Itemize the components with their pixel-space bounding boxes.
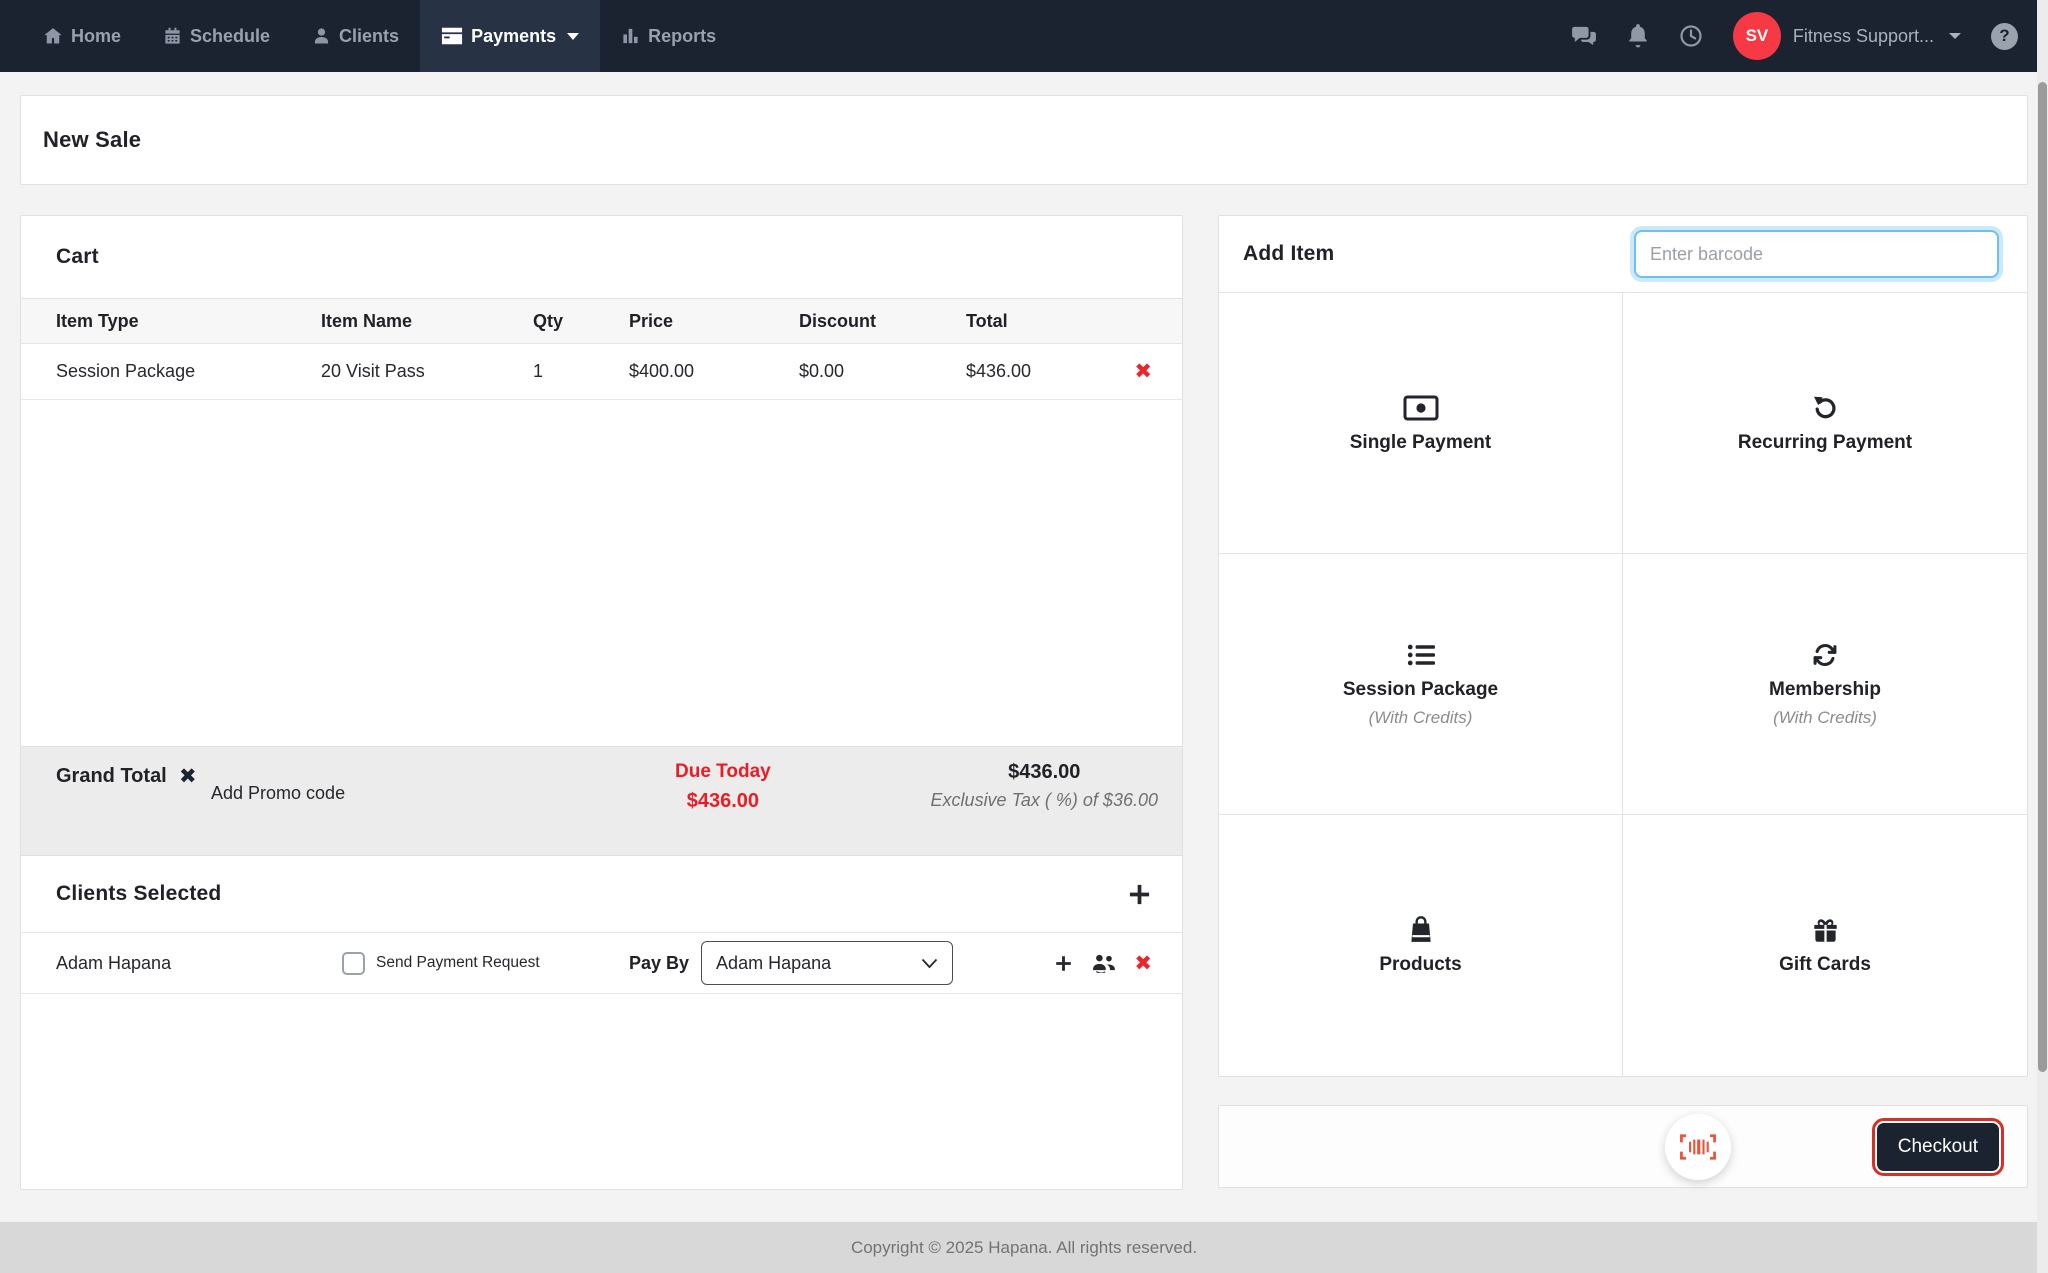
client-row: Adam Hapana Send Payment Request Pay By …: [21, 932, 1182, 994]
due-today-label: Due Today: [675, 761, 771, 782]
clients-empty-space: [21, 994, 1182, 1189]
history-icon[interactable]: [1679, 24, 1703, 48]
page-scrollbar[interactable]: [2037, 0, 2048, 1273]
main-content: New Sale Cart Item Type Item Name Qty Pr…: [0, 72, 2048, 1222]
clients-selected-header: Clients Selected: [21, 856, 1182, 932]
nav-item-clients[interactable]: Clients: [291, 0, 420, 72]
tile-recurring-payment[interactable]: Recurring Payment: [1623, 293, 2027, 554]
gift-icon: [1812, 915, 1839, 945]
cart-panel: Cart Item Type Item Name Qty Price Disco…: [20, 215, 1183, 1190]
messages-icon[interactable]: [1571, 25, 1597, 47]
account-label: Fitness Support...: [1792, 25, 1934, 46]
plus-icon: [1054, 954, 1073, 973]
send-payment-request-option[interactable]: Send Payment Request: [342, 951, 629, 975]
due-today-block: Due Today $436.00: [675, 761, 771, 813]
col-discount: Discount: [799, 310, 877, 331]
pay-by-value: Adam Hapana: [716, 952, 832, 973]
notifications-icon[interactable]: [1627, 24, 1649, 48]
list-icon: [1407, 640, 1435, 670]
barcode-scan-icon: [1679, 1133, 1717, 1161]
clients-selected-title: Clients Selected: [56, 882, 222, 905]
money-bill-icon: [1403, 393, 1439, 423]
barcode-scan-button[interactable]: [1665, 1113, 1732, 1180]
col-qty: Qty: [533, 310, 564, 331]
cart-empty-space: [21, 400, 1182, 746]
checkout-bar: Checkout: [1218, 1105, 2028, 1188]
nav-utilities: SV Fitness Support... ?: [1571, 0, 2048, 72]
bar-chart-icon: [621, 26, 640, 46]
sync-icon: [1811, 640, 1839, 670]
cell-discount: $0.00: [799, 361, 845, 381]
cell-qty: 1: [533, 361, 544, 381]
col-item-name: Item Name: [321, 310, 413, 331]
nav-item-reports[interactable]: Reports: [600, 0, 737, 72]
col-total: Total: [966, 310, 1008, 331]
grand-total-amount: $436.00: [1008, 761, 1081, 783]
page-title: New Sale: [43, 127, 142, 152]
users-icon: [1090, 953, 1117, 973]
add-promo-code-link[interactable]: Add Promo code: [211, 783, 345, 804]
avatar[interactable]: SV: [1732, 12, 1781, 60]
linked-clients-button[interactable]: [1090, 953, 1117, 973]
tile-membership[interactable]: Membership (With Credits): [1623, 554, 2027, 815]
copyright-text: Copyright © 2025 Hapana. All rights rese…: [850, 1237, 1198, 1257]
pay-by-label: Pay By: [629, 952, 690, 973]
tile-single-payment[interactable]: Single Payment: [1219, 293, 1623, 554]
cell-total: $436.00: [966, 361, 1032, 381]
cart-title: Cart: [56, 245, 99, 268]
help-icon[interactable]: ?: [1991, 22, 2018, 50]
account-menu[interactable]: SV Fitness Support...: [1732, 12, 1961, 60]
client-name: Adam Hapana: [56, 952, 172, 973]
col-item-type: Item Type: [56, 310, 139, 331]
cell-item-type: Session Package: [56, 361, 196, 381]
add-item-tile-grid: Single Payment Recurring Payment Session…: [1219, 293, 2027, 1076]
nav-item-schedule[interactable]: Schedule: [142, 0, 291, 72]
cart-table-row: Session Package 20 Visit Pass 1 $400.00 …: [21, 344, 1182, 400]
col-price: Price: [629, 310, 674, 331]
send-payment-request-label: Send Payment Request: [376, 954, 540, 971]
clients-icon: [312, 26, 331, 46]
chevron-down-icon: [567, 32, 580, 40]
add-item-title: Add Item: [1243, 242, 1335, 265]
add-item-panel: Add Item Single Payment Recurr: [1218, 215, 2028, 1077]
scrollbar-thumb[interactable]: [2038, 82, 2047, 1072]
tile-session-package[interactable]: Session Package (With Credits): [1219, 554, 1623, 815]
add-item-for-client-button[interactable]: [1054, 954, 1073, 973]
remove-client-icon[interactable]: ✖: [1134, 953, 1152, 974]
page-title-card: New Sale: [20, 95, 2028, 185]
rotate-left-icon: [1811, 393, 1839, 423]
plus-icon: [1127, 882, 1152, 907]
chevron-down-icon: [1949, 33, 1961, 39]
grand-total-bar: Grand Total ✖ Add Promo code Due Today $…: [21, 746, 1182, 856]
nav-item-home[interactable]: Home: [22, 0, 142, 72]
due-today-amount: $436.00: [686, 790, 759, 812]
send-payment-request-checkbox[interactable]: [342, 951, 365, 975]
cell-item-name: 20 Visit Pass: [321, 361, 425, 381]
remove-cart-item-icon[interactable]: ✖: [1134, 361, 1152, 382]
cart-table-header: Item Type Item Name Qty Price Discount T…: [21, 298, 1182, 344]
chevron-down-icon: [921, 958, 938, 969]
tax-note: Exclusive Tax ( %) of $36.00: [930, 790, 1158, 810]
top-navbar: Home Schedule Clients Payments Reports S…: [0, 0, 2048, 72]
shopping-bag-icon: [1408, 915, 1434, 945]
grand-total-amount-block: $436.00 Exclusive Tax ( %) of $36.00: [931, 761, 1158, 811]
nav-item-payments[interactable]: Payments: [420, 0, 601, 72]
nav-menu: Home Schedule Clients Payments Reports: [0, 0, 737, 72]
home-icon: [43, 26, 63, 46]
barcode-input[interactable]: [1634, 230, 1999, 278]
page-footer: Copyright © 2025 Hapana. All rights rese…: [0, 1222, 2048, 1273]
cell-price: $400.00: [629, 361, 695, 381]
checkout-button[interactable]: Checkout: [1871, 1117, 2005, 1176]
tile-products[interactable]: Products: [1219, 815, 1623, 1076]
pay-by-select[interactable]: Adam Hapana: [701, 941, 954, 985]
grand-total-label: Grand Total: [56, 765, 167, 787]
calendar-icon: [163, 26, 182, 46]
tile-gift-cards[interactable]: Gift Cards: [1623, 815, 2027, 1076]
add-client-button[interactable]: [1127, 882, 1152, 907]
clear-promo-icon[interactable]: ✖: [179, 766, 197, 787]
credit-card-icon: [441, 26, 463, 46]
